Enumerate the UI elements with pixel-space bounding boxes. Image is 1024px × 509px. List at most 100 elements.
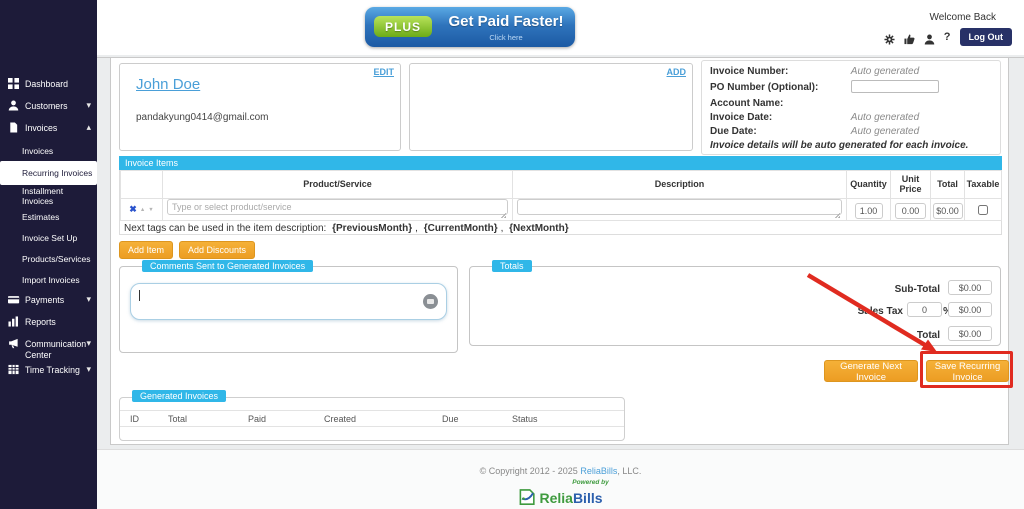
sales-tax-value-input[interactable] <box>948 302 992 317</box>
chevron-down-icon: ▾ <box>86 290 91 305</box>
sales-tax-rate-input[interactable] <box>907 302 942 317</box>
col-taxable: Taxable <box>965 171 1002 199</box>
tags-note-prefix: Next tags can be used in the item descri… <box>124 223 326 234</box>
add-link[interactable]: ADD <box>667 67 687 77</box>
sidebar-item-reports[interactable]: Reports <box>0 312 97 334</box>
sidebar-subitem-recurring-invoices[interactable]: Recurring Invoices <box>0 161 97 185</box>
edit-customer-link[interactable]: EDIT <box>373 67 394 77</box>
generated-invoices-title: Generated Invoices <box>132 390 226 402</box>
invoice-number-value: Auto generated <box>851 66 919 77</box>
invoice-date-label: Invoice Date: <box>710 112 848 123</box>
generated-invoices-header-row: ID Total Paid Created Due Status <box>120 410 624 427</box>
unit-price-input[interactable] <box>895 203 926 219</box>
sidebar-item-label: Communication Center <box>25 334 86 360</box>
save-recurring-invoice-button[interactable]: Save Recurring Invoice <box>926 360 1009 382</box>
invoice-items-section: Product/Service Description Quantity Uni… <box>119 170 1002 235</box>
po-number-input[interactable] <box>851 80 939 93</box>
subitem-label: Invoices <box>22 146 53 156</box>
sidebar: Dashboard Customers ▾ Invoices ▴ Invoice… <box>0 0 97 509</box>
generate-next-invoice-button[interactable]: Generate Next Invoice <box>824 360 918 382</box>
plus-badge: PLUS <box>374 16 432 37</box>
subtotal-input[interactable] <box>948 280 992 295</box>
col-unit-price: Unit Price <box>891 171 931 199</box>
sidebar-item-label: Dashboard <box>25 74 91 90</box>
auto-generated-note: Invoice details will be auto generated f… <box>710 140 968 151</box>
taxable-checkbox[interactable] <box>978 205 988 215</box>
thumbs-up-icon[interactable] <box>904 32 915 43</box>
sidebar-item-customers[interactable]: Customers ▾ <box>0 96 97 118</box>
logout-button[interactable]: Log Out <box>960 28 1013 46</box>
recurring-invoice-card: EDIT John Doe pandakyung0414@gmail.com A… <box>110 57 1009 445</box>
chevron-down-icon: ▾ <box>86 334 91 349</box>
help-icon[interactable]: ? <box>944 31 951 43</box>
total-value-input[interactable] <box>948 326 992 341</box>
copyright-suffix: , LLC. <box>617 466 641 476</box>
due-date-value: Auto generated <box>851 126 919 137</box>
comments-section: Comments Sent to Generated Invoices <box>119 266 458 353</box>
text-cursor <box>139 290 140 301</box>
invoice-details-panel: Invoice Number: Auto generated PO Number… <box>701 60 1001 155</box>
po-number-row: PO Number (Optional): <box>710 80 939 93</box>
move-down-icon[interactable]: ▼ <box>148 207 153 213</box>
product-service-input[interactable] <box>167 199 508 215</box>
col-actions <box>121 171 163 199</box>
sidebar-item-communication-center[interactable]: Communication Center ▾ <box>0 334 97 360</box>
sidebar-subitem-invoices[interactable]: Invoices <box>0 140 97 161</box>
main-content: EDIT John Doe pandakyung0414@gmail.com A… <box>97 55 1024 449</box>
sidebar-item-invoices[interactable]: Invoices ▴ <box>0 118 97 140</box>
reliabills-logo-icon <box>518 486 537 509</box>
form-actions: Generate Next Invoice Save Recurring Inv… <box>111 360 1010 382</box>
recipients-panel: ADD <box>409 63 693 151</box>
col-status: Status <box>512 414 538 424</box>
remove-item-icon[interactable]: ✖ <box>129 204 137 215</box>
photo-icon[interactable] <box>423 294 438 309</box>
account-name-row: Account Name: <box>710 98 848 109</box>
add-discounts-button[interactable]: Add Discounts <box>179 241 255 259</box>
sidebar-subitem-installment-invoices[interactable]: Installment Invoices <box>0 185 97 206</box>
subitem-label: Products/Services <box>22 254 91 264</box>
banner-click-here[interactable]: Click here <box>441 33 571 42</box>
resize-handle[interactable] <box>834 212 840 218</box>
col-total: Total <box>931 171 965 199</box>
megaphone-icon <box>8 338 21 351</box>
sidebar-subitem-estimates[interactable]: Estimates <box>0 206 97 227</box>
due-date-label: Due Date: <box>710 126 848 137</box>
total-input[interactable] <box>933 203 963 219</box>
logo-text: ReliaBills <box>539 490 602 506</box>
reliabills-logo[interactable]: ReliaBills <box>97 486 1024 509</box>
gear-icon[interactable] <box>884 32 895 43</box>
page-footer: © Copyright 2012 - 2025 ReliaBills, LLC.… <box>97 449 1024 509</box>
resize-handle[interactable] <box>500 212 506 218</box>
description-input[interactable] <box>517 199 842 215</box>
table-header-row: Product/Service Description Quantity Uni… <box>121 171 1002 199</box>
sidebar-subitem-invoice-set-up[interactable]: Invoice Set Up <box>0 227 97 248</box>
sidebar-subitem-import-invoices[interactable]: Import Invoices <box>0 269 97 290</box>
customers-icon <box>8 100 21 113</box>
quantity-input[interactable] <box>855 203 883 219</box>
col-paid: Paid <box>248 414 324 424</box>
chevron-down-icon: ▾ <box>86 360 91 375</box>
customer-name-link[interactable]: John Doe <box>136 76 200 93</box>
sidebar-item-dashboard[interactable]: Dashboard <box>0 74 97 96</box>
sidebar-item-payments[interactable]: Payments ▾ <box>0 290 97 312</box>
sidebar-item-time-tracking[interactable]: Time Tracking ▾ <box>0 360 97 382</box>
tag-separator: , <box>415 223 418 234</box>
powered-by-text: Powered by <box>157 479 1024 486</box>
col-due: Due <box>442 414 512 424</box>
invoices-icon <box>8 122 21 135</box>
sidebar-subitem-products-services[interactable]: Products/Services <box>0 248 97 269</box>
top-header: PLUS Get Paid Faster! Click here Welcome… <box>97 0 1024 55</box>
add-item-button[interactable]: Add Item <box>119 241 173 259</box>
tag-separator: , <box>501 223 504 234</box>
reliabills-link[interactable]: ReliaBills <box>580 466 617 476</box>
comments-textarea[interactable] <box>130 283 447 320</box>
col-created: Created <box>324 414 442 424</box>
sales-tax-label: Sales Tax <box>858 306 903 317</box>
move-up-icon[interactable]: ▲ <box>140 207 145 213</box>
user-icon[interactable] <box>924 32 935 43</box>
row-actions: ✖ ▲ ▼ <box>121 204 162 215</box>
subtotal-label: Sub-Total <box>895 284 940 295</box>
invoice-date-value: Auto generated <box>851 112 919 123</box>
subitem-label: Estimates <box>22 212 59 222</box>
get-paid-faster-banner[interactable]: PLUS Get Paid Faster! Click here <box>365 7 575 47</box>
